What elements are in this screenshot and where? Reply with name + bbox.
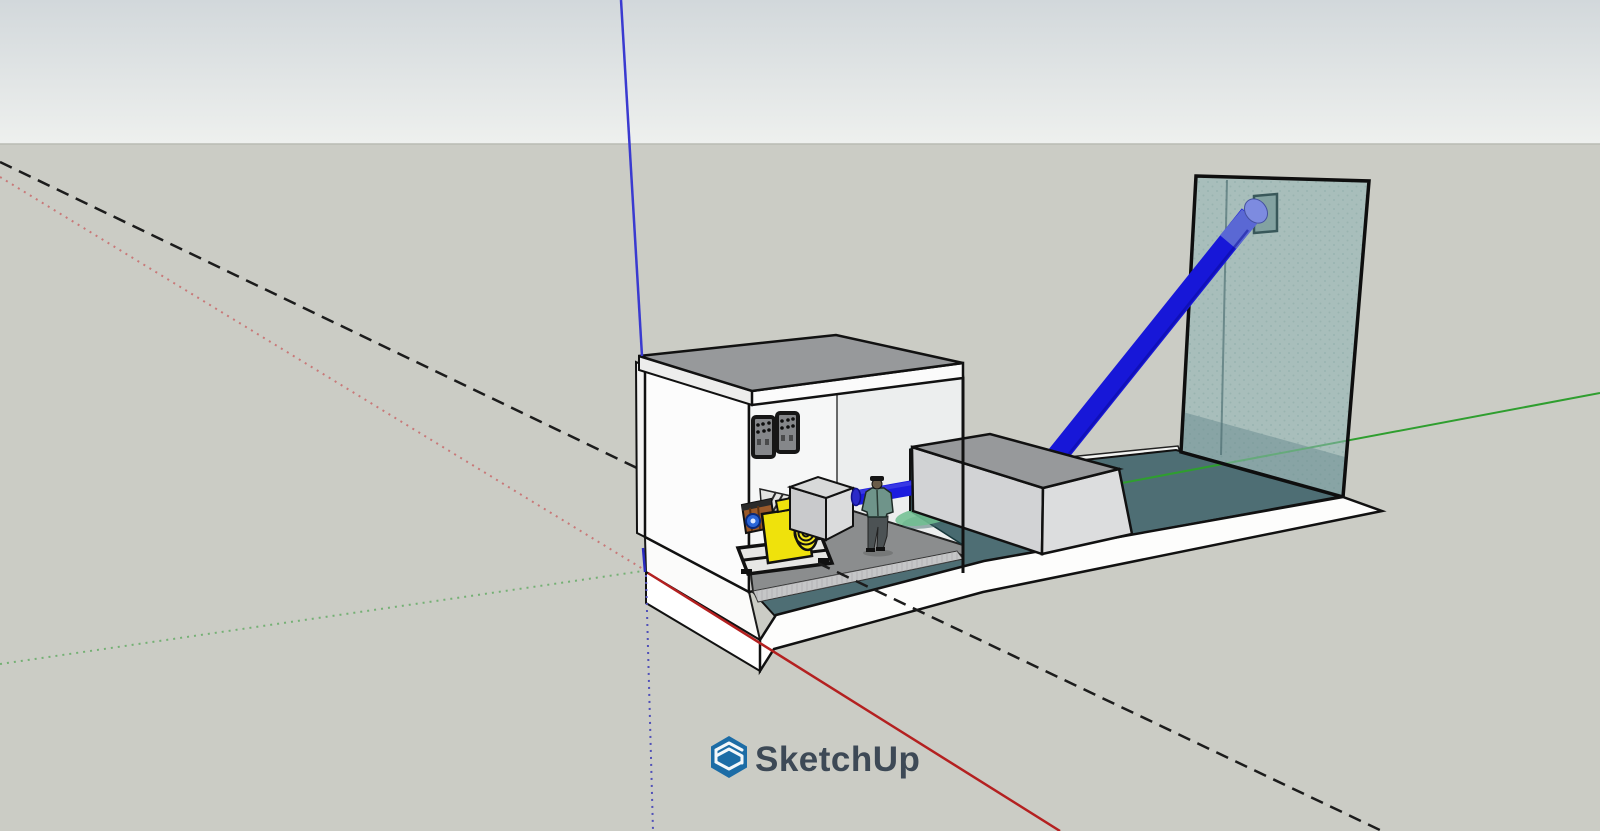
left-sliver-wall: [636, 362, 645, 537]
control-panels[interactable]: [753, 413, 798, 457]
3d-viewport[interactable]: SketchUp: [0, 0, 1600, 831]
glass-tank-wall[interactable]: [1181, 176, 1369, 497]
watermark-label: SketchUp: [755, 740, 920, 779]
worker-legs: [868, 516, 888, 549]
worker-cap: [870, 476, 884, 481]
control-panel-2: [777, 413, 798, 452]
worker-shoe-left: [866, 548, 875, 552]
pipe-flange: [852, 489, 861, 506]
sky: [0, 0, 1600, 144]
control-panel-1: [753, 417, 774, 457]
worker-shoe-right: [876, 547, 885, 551]
outlet-cube[interactable]: [790, 477, 853, 540]
